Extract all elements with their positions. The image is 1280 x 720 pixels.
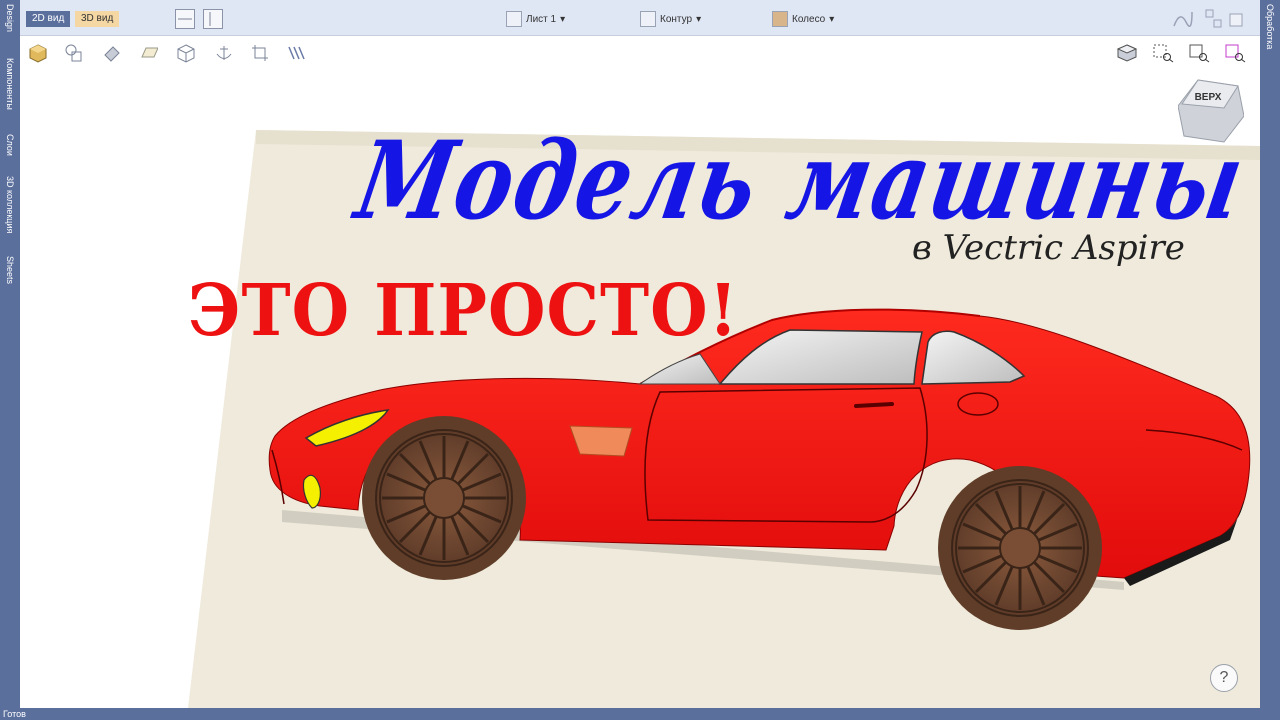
contour-dropdown-label: Контур bbox=[660, 13, 693, 25]
tab-sheets[interactable]: Sheets bbox=[2, 256, 18, 284]
tab-toolpaths[interactable]: Обработка bbox=[1262, 4, 1278, 49]
split-vertical-icon bbox=[209, 12, 211, 26]
view-top-bar: 2D вид 3D вид Лист 1 ▾ Контур ▾ Колесо ▾ bbox=[20, 0, 1260, 36]
node-tree-icon bbox=[1205, 9, 1222, 28]
zoom-selection-icon[interactable] bbox=[1224, 43, 1246, 68]
eraser-icon[interactable] bbox=[102, 43, 122, 63]
tab-3d-collection[interactable]: 3D коллекция bbox=[2, 176, 18, 233]
split-horizontal-button[interactable] bbox=[175, 9, 195, 29]
side-vent bbox=[569, 425, 633, 457]
contour-icon bbox=[640, 11, 656, 27]
model-toolbar bbox=[20, 36, 1260, 70]
anchor-icon[interactable] bbox=[214, 43, 234, 63]
tab-3d-view[interactable]: 3D вид bbox=[75, 11, 120, 27]
zoom-box-icon[interactable] bbox=[1152, 43, 1174, 68]
contour-dropdown[interactable]: Контур ▾ bbox=[640, 11, 701, 27]
subtitle-text: в Vectric Aspire bbox=[912, 228, 1185, 268]
wheel-component-icon bbox=[772, 11, 788, 27]
split-vertical-button[interactable] bbox=[203, 9, 223, 29]
status-bar: Готов bbox=[0, 708, 1280, 720]
left-panel-strip: Design Компоненты Слои 3D коллекция Shee… bbox=[0, 0, 20, 708]
tab-layers[interactable]: Слои bbox=[2, 134, 18, 156]
view-cube-label: ВЕРХ bbox=[1195, 92, 1222, 103]
crop-icon[interactable] bbox=[250, 43, 270, 63]
chevron-down-icon: ▾ bbox=[696, 13, 702, 25]
tab-components[interactable]: Компоненты bbox=[2, 58, 18, 110]
door-handle bbox=[854, 402, 894, 408]
curve-icon bbox=[1173, 11, 1193, 27]
view-cube[interactable]: ВЕРХ bbox=[1177, 78, 1245, 144]
title-text: Модель машины bbox=[347, 118, 1254, 245]
split-horizontal-icon bbox=[178, 18, 192, 20]
sheet-plane-icon[interactable] bbox=[138, 43, 158, 63]
right-panel-strip: Обработка bbox=[1260, 0, 1280, 708]
rear-wheel bbox=[938, 466, 1102, 630]
top-right-icons bbox=[1170, 8, 1250, 30]
chevron-down-icon: ▾ bbox=[829, 13, 835, 25]
status-text: Готов bbox=[3, 709, 26, 719]
tab-2d-view[interactable]: 2D вид bbox=[26, 11, 71, 27]
view-orientation-icon[interactable] bbox=[1116, 43, 1138, 68]
tab-design[interactable]: Design bbox=[2, 4, 18, 32]
help-button[interactable]: ? bbox=[1210, 664, 1238, 692]
front-wheel bbox=[362, 416, 526, 580]
zoom-fit-icon[interactable] bbox=[1188, 43, 1210, 68]
3d-view-canvas[interactable]: Модель машины в Vectric Aspire ЭТО ПРОСТ… bbox=[20, 70, 1260, 708]
stack-icon bbox=[1229, 13, 1243, 27]
sheet-dropdown-label: Лист 1 bbox=[526, 13, 557, 25]
wheel-dropdown-label: Колесо bbox=[792, 13, 826, 25]
wheel-dropdown[interactable]: Колесо ▾ bbox=[772, 11, 834, 27]
shapes-icon[interactable] bbox=[64, 43, 84, 63]
slogan-text: ЭТО ПРОСТО! bbox=[188, 268, 739, 353]
wireframe-cube-icon[interactable] bbox=[176, 43, 196, 63]
model-cube-icon[interactable] bbox=[28, 43, 48, 63]
sheet-dropdown[interactable]: Лист 1 ▾ bbox=[506, 11, 565, 27]
view-tools bbox=[1116, 43, 1246, 68]
toolpath-icon[interactable] bbox=[286, 43, 306, 63]
chevron-down-icon: ▾ bbox=[560, 13, 566, 25]
sheet-icon bbox=[506, 11, 522, 27]
